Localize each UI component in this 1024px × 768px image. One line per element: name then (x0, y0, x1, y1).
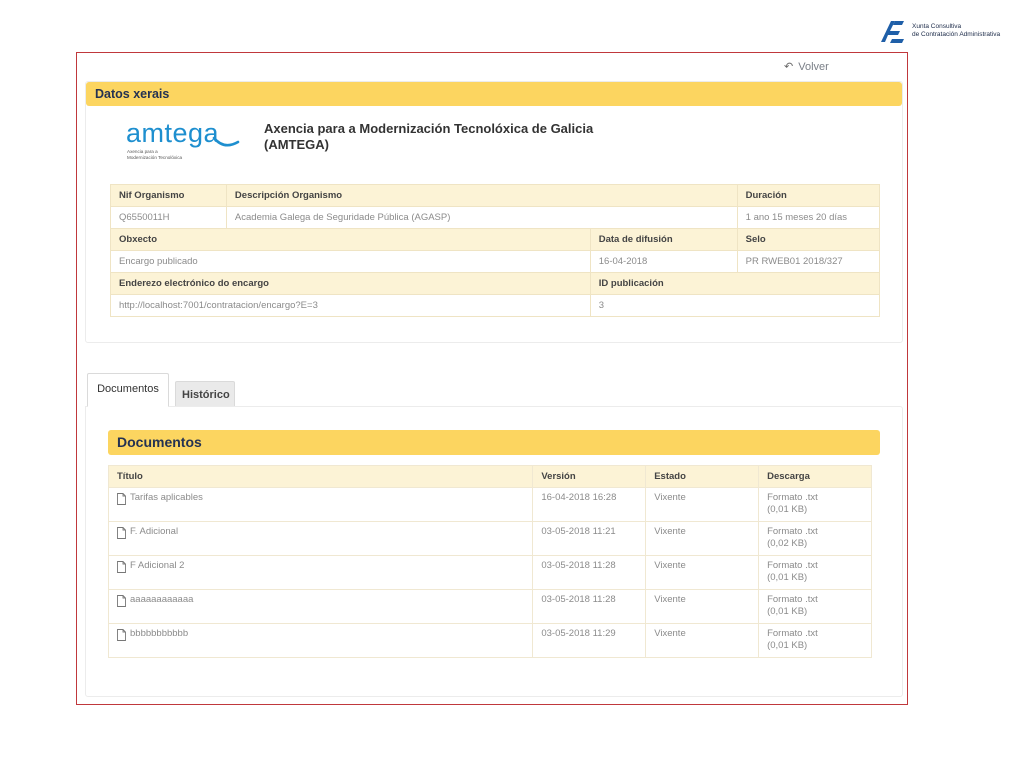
file-icon (117, 595, 126, 607)
download-format: Formato .txt (767, 526, 818, 537)
amtega-logo-sub1: Axencia para a (127, 149, 158, 154)
descripcion-organismo-label: Descripción Organismo (225, 184, 738, 207)
document-title: bbbbbbbbbbb (130, 628, 189, 639)
download-size: (0,01 KB) (767, 504, 808, 515)
tab-historico[interactable]: Histórico (175, 381, 235, 407)
duracion-label: Duración (736, 184, 881, 207)
nif-organismo-label: Nif Organismo (110, 184, 227, 207)
download-format: Formato .txt (767, 492, 818, 503)
nif-organismo-value: Q6550011H (110, 206, 227, 229)
file-icon (117, 527, 126, 539)
download-format: Formato .txt (767, 560, 818, 571)
document-estado: Vixente (645, 589, 760, 624)
documentos-title: Documentos (108, 430, 880, 455)
document-estado: Vixente (645, 487, 760, 522)
download-format: Formato .txt (767, 594, 818, 605)
organization-header: amtega Axencia para a Modernización Tecn… (126, 116, 726, 168)
amtega-logo: amtega Axencia para a Modernización Tecn… (126, 118, 240, 160)
file-icon (117, 629, 126, 641)
documents-header-row: Título Versión Estado Descarga (107, 465, 872, 488)
table-row: F Adicional 2 03-05-2018 11:28 Vixente F… (107, 555, 872, 590)
enderezo-label: Enderezo electrónico do encargo (110, 272, 591, 295)
selo-label: Selo (736, 228, 881, 251)
documents-table: Título Versión Estado Descarga Tarifas a… (107, 465, 872, 658)
amtega-logo-word: amtega (126, 118, 220, 148)
info-header-row: Enderezo electrónico do encargo ID publi… (110, 272, 881, 295)
obxecto-value: Encargo publicado (110, 250, 591, 273)
xunta-logo-icon (881, 21, 904, 43)
document-version: 03-05-2018 11:28 (532, 589, 647, 624)
volver-label: Volver (798, 60, 829, 73)
organization-info-table: Nif Organismo Descripción Organismo Dura… (110, 184, 881, 317)
file-icon (117, 493, 126, 505)
download-link[interactable]: Formato .txt (0,01 KB) (767, 560, 818, 583)
screenshot-frame: ↶ Volver Datos xerais amtega Axencia par… (76, 52, 908, 705)
amtega-logo-sub2: Modernización Tecnolóxica (127, 155, 183, 160)
info-value-row: http://localhost:7001/contratacion/encar… (110, 294, 881, 317)
organization-name-line2: (AMTEGA) (264, 137, 329, 152)
document-estado: Vixente (645, 521, 760, 556)
document-version: 03-05-2018 11:29 (532, 623, 647, 658)
document-title: aaaaaaaaaaaa (130, 594, 194, 605)
documentos-panel: Documentos Título Versión Estado Descarg… (85, 406, 903, 697)
table-row: aaaaaaaaaaaa 03-05-2018 11:28 Vixente Fo… (107, 589, 872, 624)
table-row: F. Adicional 03-05-2018 11:21 Vixente Fo… (107, 521, 872, 556)
document-title: Tarifas aplicables (130, 492, 203, 503)
descarga-column-header: Descarga (758, 465, 872, 488)
download-size: (0,01 KB) (767, 640, 808, 651)
download-link[interactable]: Formato .txt (0,01 KB) (767, 492, 818, 515)
data-difusion-label: Data de difusión (589, 228, 738, 251)
corp-name-line1: Xunta Consultiva (912, 23, 962, 30)
titulo-column-header: Título (107, 465, 534, 488)
estado-column-header: Estado (645, 465, 760, 488)
download-format: Formato .txt (767, 628, 818, 639)
document-title: F Adicional 2 (130, 560, 185, 571)
id-publicacion-value: 3 (589, 294, 881, 317)
enderezo-value[interactable]: http://localhost:7001/contratacion/encar… (110, 294, 591, 317)
volver-link[interactable]: ↶ Volver (784, 60, 829, 74)
selo-value: PR RWEB01 2018/327 (736, 250, 881, 273)
xunta-consultiva-logo: Xunta Consultiva de Contratación Adminis… (878, 15, 1018, 47)
version-column-header: Versión (532, 465, 647, 488)
document-title: F. Adicional (130, 526, 179, 537)
document-estado: Vixente (645, 623, 760, 658)
document-version: 03-05-2018 11:28 (532, 555, 647, 590)
obxecto-label: Obxecto (110, 228, 591, 251)
document-version: 03-05-2018 11:21 (532, 521, 647, 556)
descripcion-organismo-value: Academia Galega de Seguridade Pública (A… (225, 206, 738, 229)
document-version: 16-04-2018 16:28 (532, 487, 647, 522)
tab-bar: Documentos Histórico (87, 373, 903, 407)
download-size: (0,02 KB) (767, 538, 808, 549)
info-header-row: Nif Organismo Descripción Organismo Dura… (110, 184, 881, 207)
download-link[interactable]: Formato .txt (0,02 KB) (767, 526, 818, 549)
file-icon (117, 561, 126, 573)
table-row: bbbbbbbbbbb 03-05-2018 11:29 Vixente For… (107, 623, 872, 658)
download-size: (0,01 KB) (767, 572, 808, 583)
undo-icon: ↶ (784, 61, 794, 73)
organization-name: Axencia para a Modernización Tecnolóxica… (264, 121, 664, 153)
table-row: Tarifas aplicables 16-04-2018 16:28 Vixe… (107, 487, 872, 522)
info-header-row: Obxecto Data de difusión Selo (110, 228, 881, 251)
corp-name-line2: de Contratación Administrativa (912, 31, 1001, 38)
download-size: (0,01 KB) (767, 606, 808, 617)
duracion-value: 1 ano 15 meses 20 días (736, 206, 881, 229)
id-publicacion-label: ID publicación (589, 272, 881, 295)
document-estado: Vixente (645, 555, 760, 590)
download-link[interactable]: Formato .txt (0,01 KB) (767, 628, 818, 651)
datos-xerais-card: Datos xerais amtega Axencia para a Moder… (85, 81, 903, 343)
datos-xerais-title: Datos xerais (86, 82, 902, 106)
info-value-row: Q6550011H Academia Galega de Seguridade … (110, 206, 881, 229)
organization-name-line1: Axencia para a Modernización Tecnolóxica… (264, 121, 594, 136)
info-value-row: Encargo publicado 16-04-2018 PR RWEB01 2… (110, 250, 881, 273)
tab-documentos[interactable]: Documentos (87, 373, 169, 407)
download-link[interactable]: Formato .txt (0,01 KB) (767, 594, 818, 617)
data-difusion-value: 16-04-2018 (589, 250, 738, 273)
